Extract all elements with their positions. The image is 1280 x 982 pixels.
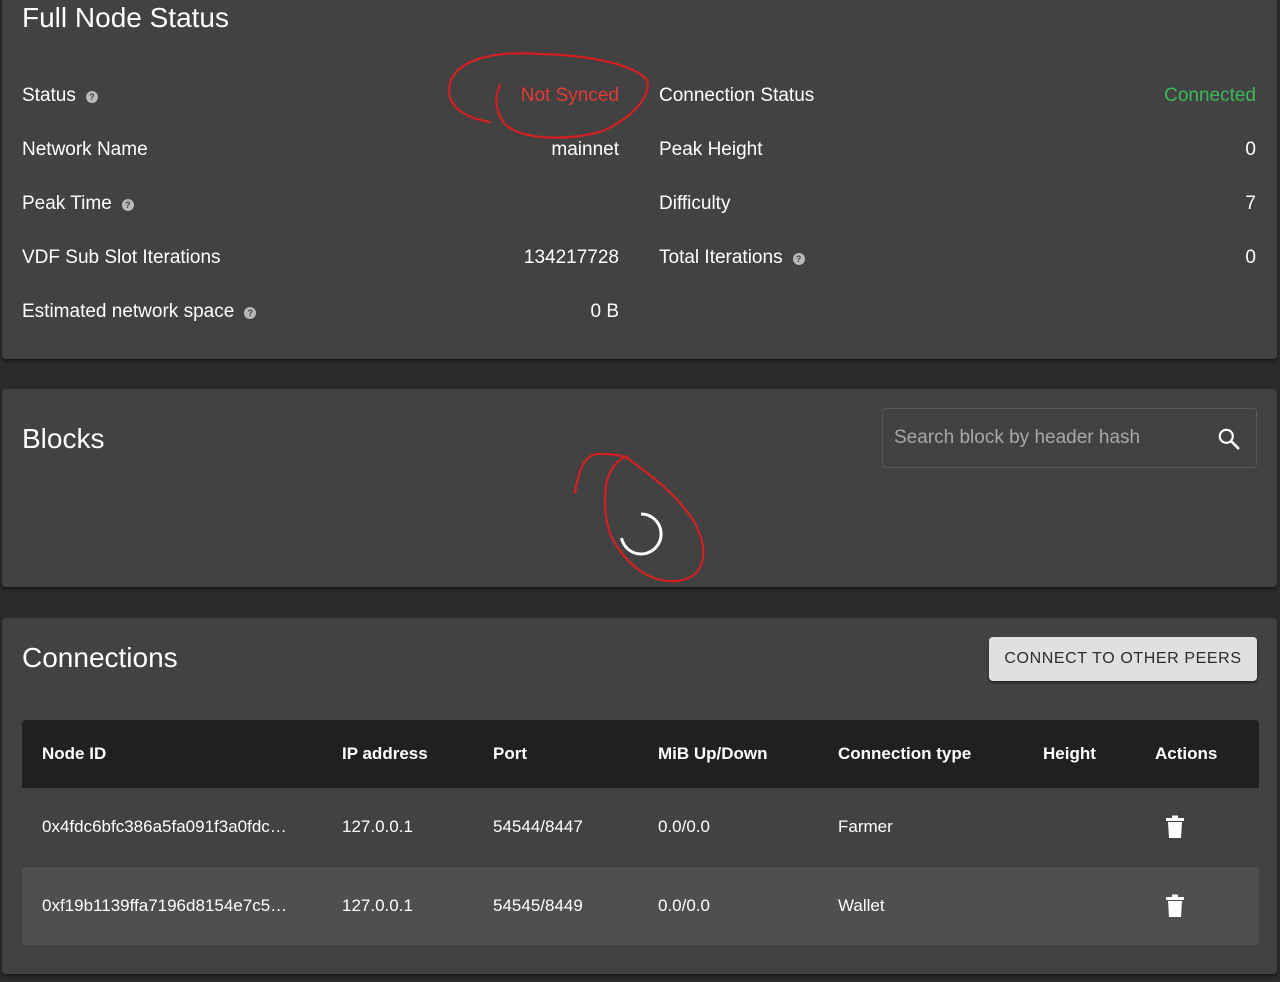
column-header-mib-up-down[interactable]: MiB Up/Down xyxy=(658,720,768,788)
connection-status-label: Connection Status xyxy=(659,85,815,106)
column-header-node-id[interactable]: Node ID xyxy=(42,720,106,788)
column-header-ip-address[interactable]: IP address xyxy=(342,720,428,788)
search-input[interactable] xyxy=(883,409,1203,467)
loading-spinner-icon xyxy=(620,512,663,556)
network-name-value: mainnet xyxy=(551,139,619,160)
connections-table: Node ID IP address Port MiB Up/Down Conn… xyxy=(22,720,1259,945)
column-header-port[interactable]: Port xyxy=(493,720,527,788)
full-node-status-card: Full Node Status Status? Not Synced Netw… xyxy=(2,0,1277,359)
estimated-network-space-value: 0 B xyxy=(590,301,619,322)
node-id-cell: 0x4fdc6bfc386a5fa091f3a0fdc… xyxy=(42,817,287,836)
table-header: Node ID IP address Port MiB Up/Down Conn… xyxy=(22,720,1259,788)
peak-time-label-text: Peak Time xyxy=(22,193,112,214)
vdf-sub-slot-iterations-value: 134217728 xyxy=(523,247,619,268)
difficulty-value: 7 xyxy=(1245,193,1256,214)
estimated-network-space-label-text: Estimated network space xyxy=(22,301,235,322)
peak-time-label: Peak Time? xyxy=(22,192,134,216)
status-label-text: Status xyxy=(22,85,76,106)
node-id-cell: 0xf19b1139ffa7196d8154e7c5… xyxy=(42,896,288,915)
help-icon[interactable]: ? xyxy=(85,91,98,103)
blocks-card: Blocks xyxy=(2,389,1277,587)
delete-trash-icon[interactable] xyxy=(1165,815,1185,839)
table-row: 0x4fdc6bfc386a5fa091f3a0fdc… 127.0.0.1 5… xyxy=(22,788,1259,867)
peak-height-value: 0 xyxy=(1245,139,1256,160)
help-icon[interactable]: ? xyxy=(244,307,257,319)
connection-type-cell: Farmer xyxy=(838,817,893,836)
port-cell: 54545/8449 xyxy=(493,896,583,915)
estimated-network-space-label: Estimated network space? xyxy=(22,300,257,324)
block-search xyxy=(882,408,1257,468)
table-row: 0xf19b1139ffa7196d8154e7c5… 127.0.0.1 54… xyxy=(22,867,1259,945)
difficulty-label: Difficulty xyxy=(659,193,731,214)
mib-up-down-cell: 0.0/0.0 xyxy=(658,896,710,915)
port-cell: 54544/8447 xyxy=(493,817,583,836)
peak-height-label: Peak Height xyxy=(659,139,763,160)
status-value: Not Synced xyxy=(520,85,619,106)
connection-status-value: Connected xyxy=(1164,85,1256,106)
ip-address-cell: 127.0.0.1 xyxy=(342,896,413,915)
total-iterations-label-text: Total Iterations xyxy=(659,247,783,268)
full-node-status-title: Full Node Status xyxy=(22,2,229,33)
connection-type-cell: Wallet xyxy=(838,896,885,915)
total-iterations-value: 0 xyxy=(1245,247,1256,268)
column-header-height[interactable]: Height xyxy=(1043,720,1096,788)
search-icon[interactable] xyxy=(1216,426,1242,452)
column-header-connection-type[interactable]: Connection type xyxy=(838,720,971,788)
connect-to-other-peers-button[interactable]: CONNECT TO OTHER PEERS xyxy=(989,637,1257,681)
connections-title: Connections xyxy=(22,642,178,673)
help-icon[interactable]: ? xyxy=(792,253,805,265)
total-iterations-label: Total Iterations? xyxy=(659,246,805,270)
ip-address-cell: 127.0.0.1 xyxy=(342,817,413,836)
status-label: Status? xyxy=(22,84,98,108)
network-name-label: Network Name xyxy=(22,139,148,160)
vdf-sub-slot-iterations-label: VDF Sub Slot Iterations xyxy=(22,247,221,268)
mib-up-down-cell: 0.0/0.0 xyxy=(658,817,710,836)
delete-trash-icon[interactable] xyxy=(1165,894,1185,918)
blocks-title: Blocks xyxy=(22,423,105,454)
column-header-actions: Actions xyxy=(1155,744,1218,763)
help-icon[interactable]: ? xyxy=(121,199,134,211)
connections-card: Connections CONNECT TO OTHER PEERS Node … xyxy=(2,618,1277,974)
